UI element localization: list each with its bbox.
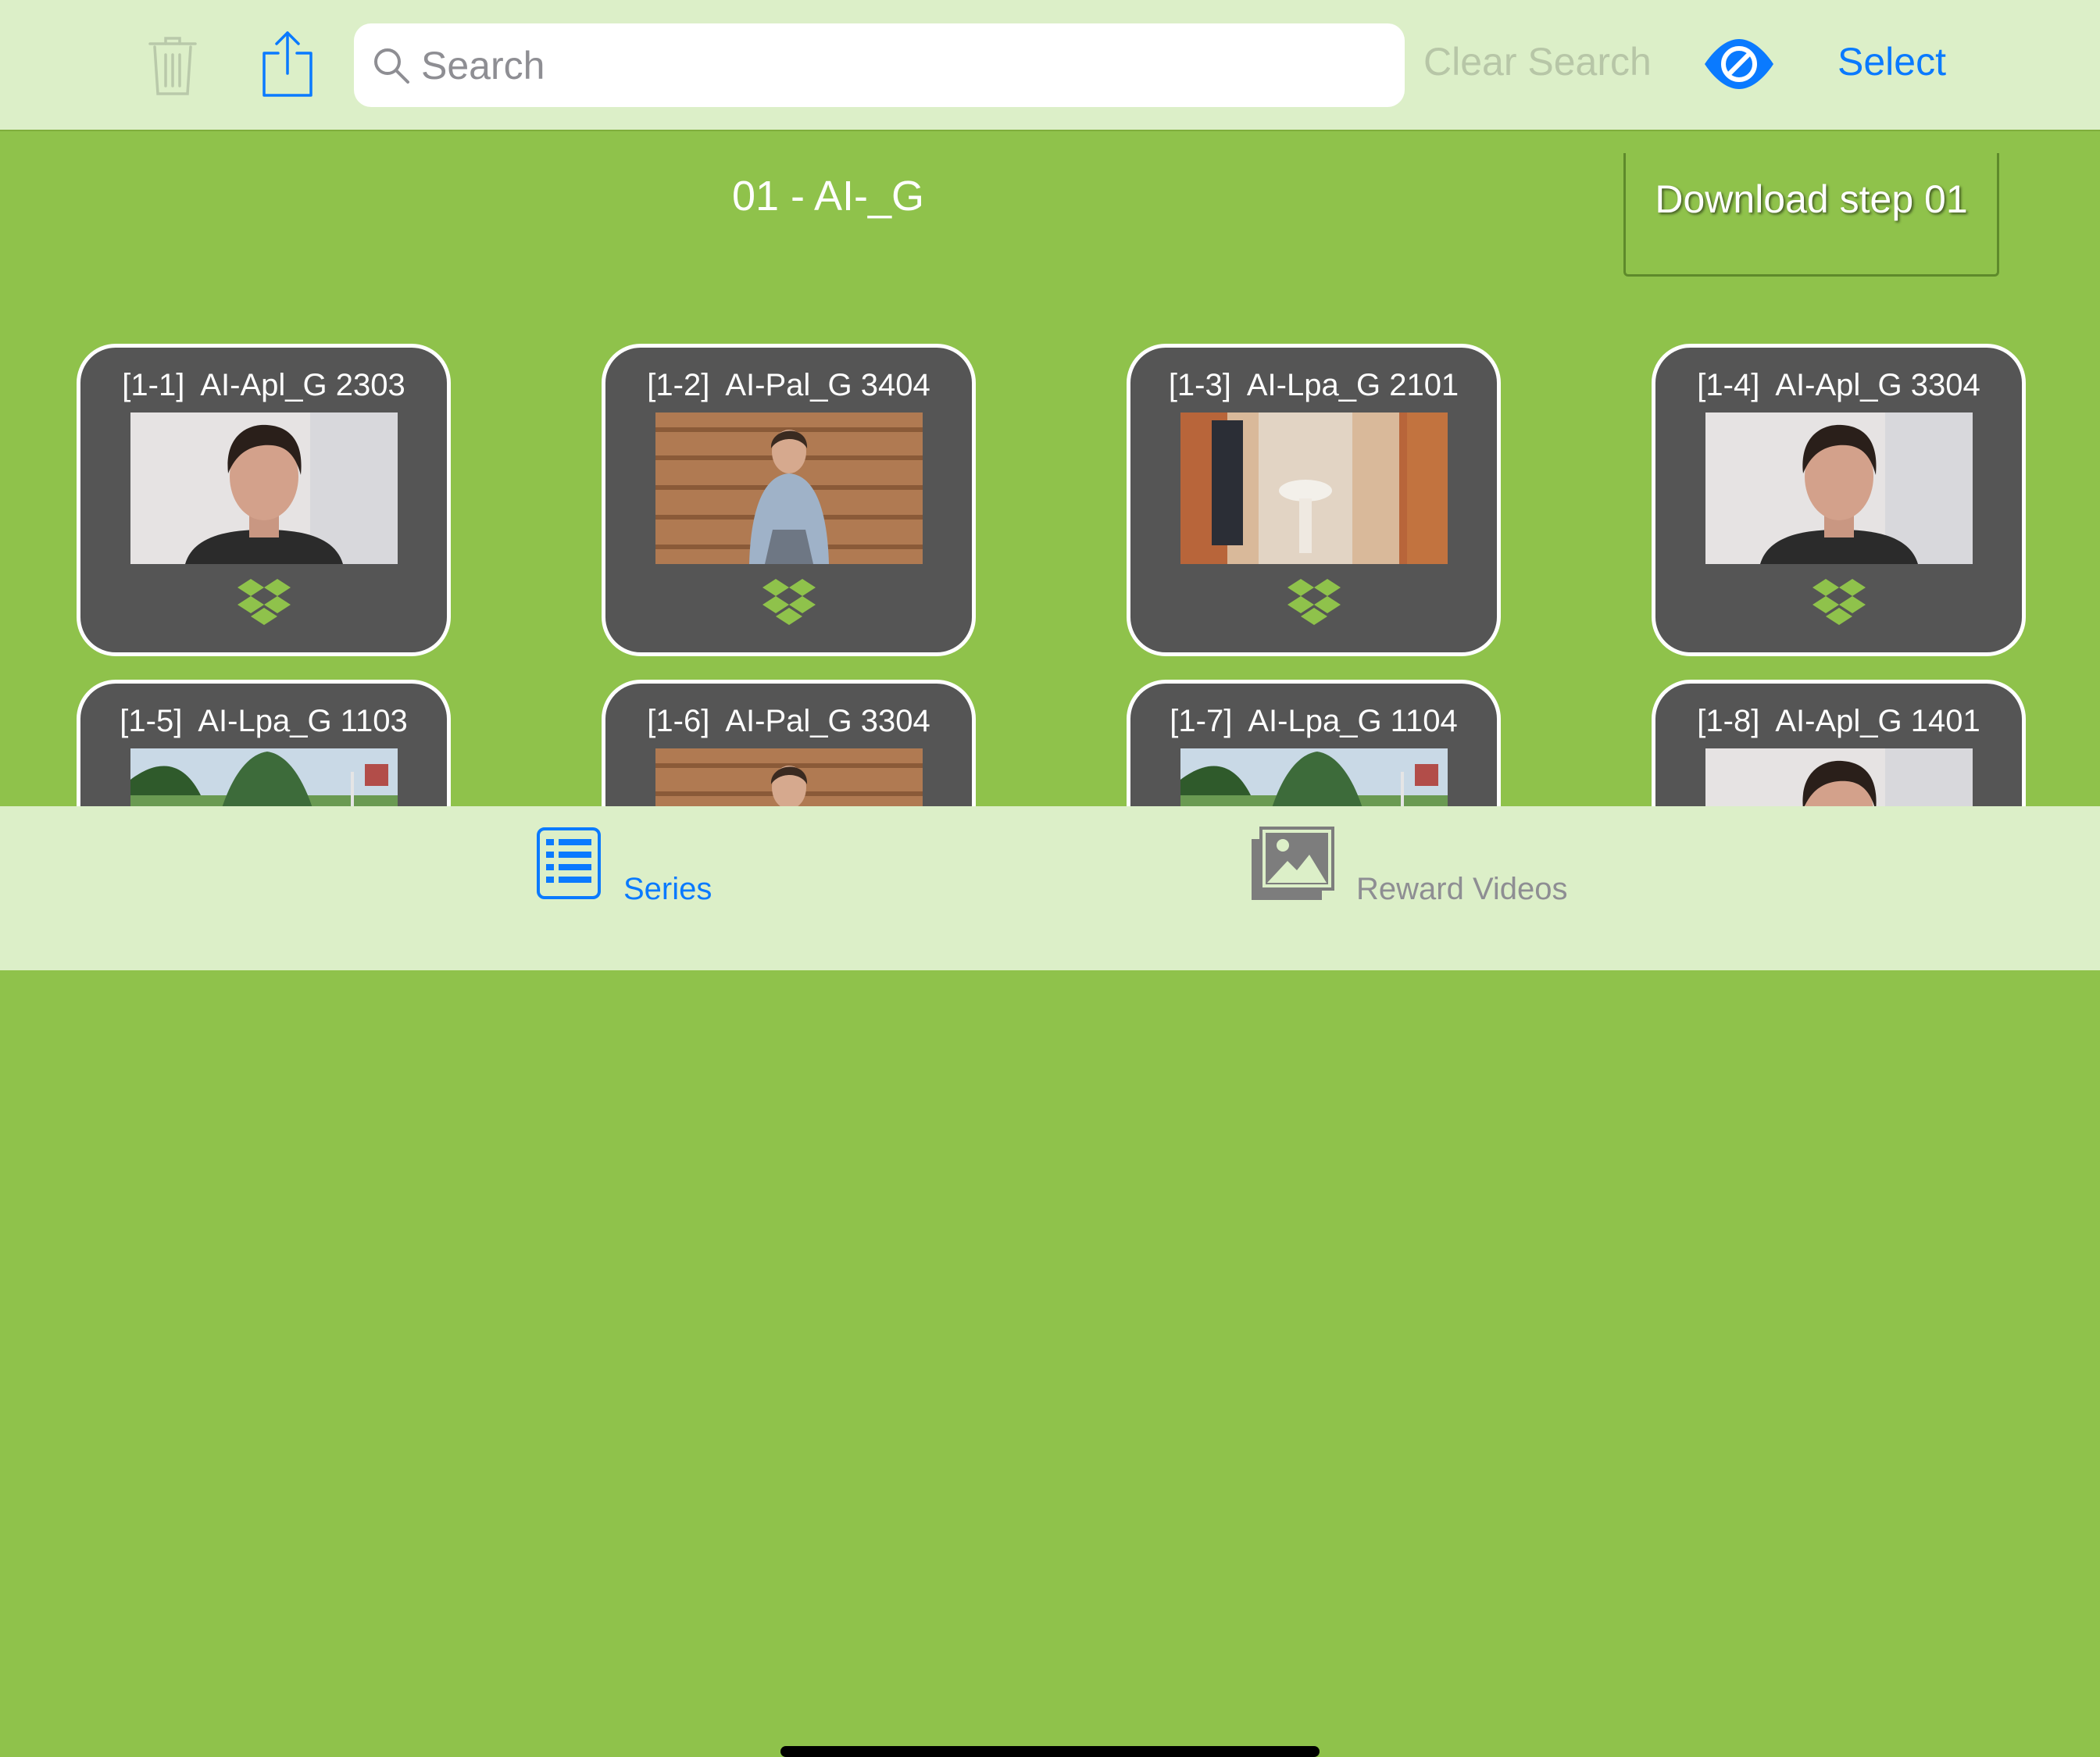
search-field[interactable] bbox=[354, 23, 1405, 107]
dropbox-icon[interactable] bbox=[237, 577, 291, 626]
list-icon bbox=[537, 827, 601, 899]
video-thumbnail[interactable] bbox=[1180, 748, 1448, 806]
home-indicator bbox=[780, 1746, 1320, 1757]
video-card-label: [1-1] AI-Apl_G 2303 bbox=[122, 368, 405, 402]
video-thumbnail[interactable] bbox=[1705, 748, 1973, 806]
video-card[interactable]: [1-5] AI-Lpa_G 1103 bbox=[77, 680, 451, 806]
video-thumbnail[interactable] bbox=[655, 748, 923, 806]
video-thumbnail[interactable] bbox=[1705, 412, 1973, 564]
download-step-button[interactable]: Download step 01 bbox=[1623, 153, 1999, 277]
video-card[interactable]: [1-1] AI-Apl_G 2303 bbox=[77, 344, 451, 656]
dropbox-icon[interactable] bbox=[1287, 577, 1341, 626]
video-card[interactable]: [1-7] AI-Lpa_G 1104 bbox=[1127, 680, 1501, 806]
video-card-label: [1-5] AI-Lpa_G 1103 bbox=[120, 704, 408, 738]
select-button[interactable]: Select bbox=[1838, 39, 1946, 84]
dropbox-icon[interactable] bbox=[762, 577, 816, 626]
group-title: 01 - AI-_G bbox=[731, 173, 925, 220]
tab-reward-label: Reward Videos bbox=[1356, 872, 1568, 906]
dropbox-icon[interactable] bbox=[1812, 577, 1866, 626]
video-card-label: [1-3] AI-Lpa_G 2101 bbox=[1168, 368, 1459, 402]
video-card[interactable]: [1-8] AI-Apl_G 1401 bbox=[1652, 680, 2026, 806]
series-content: 01 - AI-_G Download step 01 [1-1] AI-Apl… bbox=[0, 133, 2100, 806]
video-card-label: [1-4] AI-Apl_G 3304 bbox=[1697, 368, 1980, 402]
video-card[interactable]: [1-4] AI-Apl_G 3304 bbox=[1652, 344, 2026, 656]
tab-bar: Series Reward Videos bbox=[0, 806, 2100, 1757]
clear-search-button[interactable]: Clear Search bbox=[1423, 39, 1652, 84]
video-card[interactable]: [1-3] AI-Lpa_G 2101 bbox=[1127, 344, 1501, 656]
share-icon[interactable] bbox=[261, 30, 314, 98]
photos-icon bbox=[1252, 827, 1334, 900]
video-card-label: [1-7] AI-Lpa_G 1104 bbox=[1170, 704, 1458, 738]
eye-slash-icon[interactable] bbox=[1703, 37, 1775, 91]
top-toolbar: Clear Search Select bbox=[0, 0, 2100, 131]
video-thumbnail[interactable] bbox=[130, 748, 398, 806]
video-card-label: [1-2] AI-Pal_G 3404 bbox=[647, 368, 930, 402]
search-icon bbox=[374, 48, 409, 84]
video-card-label: [1-6] AI-Pal_G 3304 bbox=[647, 704, 930, 738]
video-card[interactable]: [1-2] AI-Pal_G 3404 bbox=[602, 344, 976, 656]
trash-icon[interactable] bbox=[147, 34, 198, 97]
video-card[interactable]: [1-6] AI-Pal_G 3304 bbox=[602, 680, 976, 806]
tab-series-label: Series bbox=[623, 872, 712, 906]
video-thumbnail[interactable] bbox=[1180, 412, 1448, 564]
video-thumbnail[interactable] bbox=[130, 412, 398, 564]
video-card-label: [1-8] AI-Apl_G 1401 bbox=[1697, 704, 1980, 738]
search-input[interactable] bbox=[421, 23, 1382, 107]
video-thumbnail[interactable] bbox=[655, 412, 923, 564]
